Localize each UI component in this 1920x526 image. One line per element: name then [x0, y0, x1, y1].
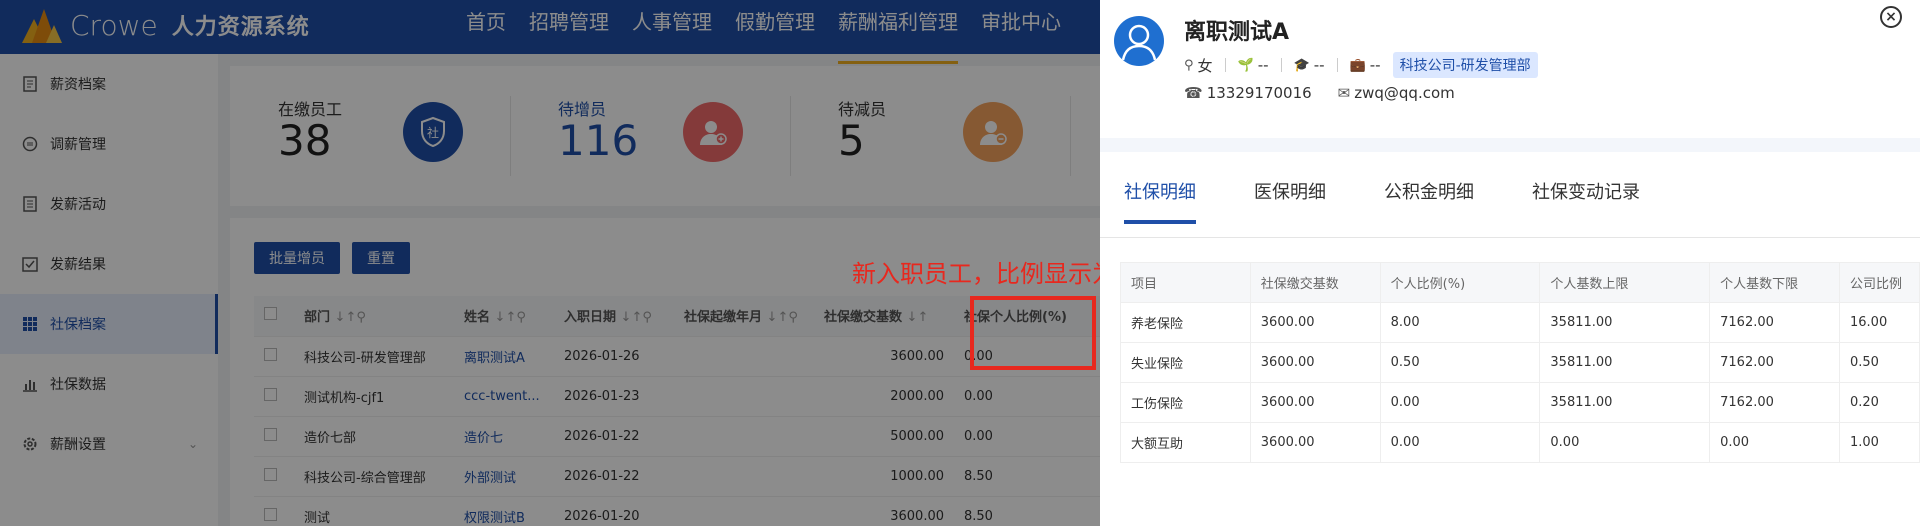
search-person-icon: ⚲	[1184, 57, 1194, 73]
phone: 13329170016	[1206, 84, 1312, 102]
cell-item: 失业保险	[1120, 342, 1251, 383]
cell-lower-limit: 7162.00	[1709, 382, 1840, 423]
cell-upper-limit: 35811.00	[1539, 302, 1711, 343]
phone-icon: ☎	[1184, 84, 1203, 102]
cell-base: 3600.00	[1249, 342, 1381, 383]
cell-personal-ratio: 8.00	[1379, 302, 1541, 343]
cell-personal-ratio: 0.00	[1379, 422, 1541, 463]
cell-item: 工伤保险	[1120, 382, 1251, 423]
section-divider	[1100, 138, 1920, 152]
employee-detail-drawer: 离职测试A ⚲ 女 🌱 -- 🎓 -- 💼 -- 科技公司-研发管理部 ☎ 13…	[1100, 0, 1920, 526]
annotation-text: 新入职员工，比例显示为0	[852, 260, 1132, 288]
cell-personal-ratio: 0.50	[1379, 342, 1541, 383]
cell-item: 大额互助	[1120, 422, 1251, 463]
social-security-detail-table: 项目 社保缴交基数 个人比例(%) 个人基数上限 个人基数下限 公司比例 养老保…	[1120, 262, 1920, 463]
cell-base: 3600.00	[1249, 302, 1381, 343]
cell-upper-limit: 35811.00	[1539, 342, 1711, 383]
close-button[interactable]: ×	[1880, 6, 1902, 28]
cell-company-ratio: 16.00	[1839, 302, 1920, 343]
table-row: 养老保险 3600.00 8.00 35811.00 7162.00 16.00	[1120, 302, 1920, 343]
table-row: 失业保险 3600.00 0.50 35811.00 7162.00 0.50	[1120, 342, 1920, 383]
mail-icon: ✉	[1337, 84, 1351, 102]
briefcase-icon: 💼	[1349, 57, 1366, 73]
cell-upper-limit: 35811.00	[1539, 382, 1711, 423]
column-header-item: 项目	[1120, 262, 1251, 303]
department-tag: 科技公司-研发管理部	[1392, 52, 1538, 78]
avatar	[1114, 16, 1164, 66]
tab-social-security-detail[interactable]: 社保明细	[1124, 178, 1196, 224]
column-header-upper-limit: 个人基数上限	[1539, 262, 1711, 303]
table-header-row: 项目 社保缴交基数 个人比例(%) 个人基数上限 个人基数下限 公司比例	[1120, 262, 1920, 303]
field-1: --	[1257, 56, 1269, 74]
column-header-personal-ratio: 个人比例(%)	[1379, 262, 1541, 303]
employee-name: 离职测试A	[1184, 20, 1290, 45]
cell-lower-limit: 0.00	[1709, 422, 1840, 463]
tab-housing-fund-detail[interactable]: 公积金明细	[1384, 178, 1474, 224]
tab-medical-detail[interactable]: 医保明细	[1254, 178, 1326, 224]
cell-base: 3600.00	[1249, 422, 1381, 463]
detail-tabs: 社保明细 医保明细 公积金明细 社保变动记录	[1124, 178, 1698, 224]
cell-company-ratio: 0.50	[1839, 342, 1920, 383]
column-header-company-ratio: 公司比例	[1839, 262, 1920, 303]
cell-base: 3600.00	[1249, 382, 1381, 423]
table-row: 大额互助 3600.00 0.00 0.00 0.00 1.00	[1120, 422, 1920, 463]
cell-personal-ratio: 0.00	[1379, 382, 1541, 423]
cell-lower-limit: 7162.00	[1709, 302, 1840, 343]
email: zwq@qq.com	[1354, 84, 1455, 102]
graduation-cap-icon: 🎓	[1293, 57, 1310, 73]
cell-lower-limit: 7162.00	[1709, 342, 1840, 383]
cell-item: 养老保险	[1120, 302, 1251, 343]
cell-company-ratio: 0.20	[1839, 382, 1920, 423]
gender: 女	[1197, 56, 1213, 75]
tab-change-records[interactable]: 社保变动记录	[1532, 178, 1640, 224]
field-2: --	[1313, 56, 1325, 74]
cell-upper-limit: 0.00	[1539, 422, 1711, 463]
annotation-box	[970, 296, 1096, 370]
employee-meta: ⚲ 女 🌱 -- 🎓 -- 💼 -- 科技公司-研发管理部	[1184, 52, 1538, 78]
contact-info: ☎ 13329170016 ✉ zwq@qq.com	[1184, 84, 1455, 102]
column-header-base: 社保缴交基数	[1249, 262, 1381, 303]
field-3: --	[1369, 56, 1381, 74]
cell-company-ratio: 1.00	[1839, 422, 1920, 463]
column-header-lower-limit: 个人基数下限	[1709, 262, 1840, 303]
table-row: 工伤保险 3600.00 0.00 35811.00 7162.00 0.20	[1120, 382, 1920, 423]
sprout-icon: 🌱	[1237, 57, 1254, 73]
